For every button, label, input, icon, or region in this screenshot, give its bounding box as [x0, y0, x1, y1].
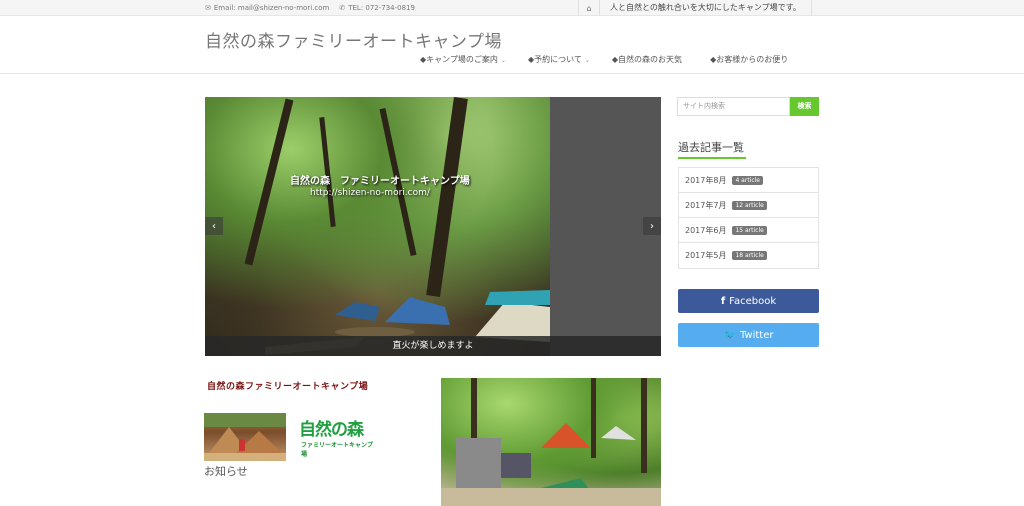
archive-item[interactable]: 2017年5月 18 article — [679, 243, 818, 268]
archive-month: 2017年8月 — [685, 175, 727, 185]
archive-month: 2017年5月 — [685, 251, 727, 260]
chevron-left-icon[interactable]: ‹ — [205, 217, 223, 235]
home-icon[interactable]: ⌂ — [578, 0, 600, 16]
phone-icon: ✆ — [339, 4, 346, 12]
nav-label: ◆自然の森のお天気 — [611, 55, 683, 64]
nav-item-letters[interactable]: ◆お客様からのお便り — [710, 54, 788, 65]
header-divider — [0, 73, 1024, 74]
archive-month: 2017年7月 — [685, 200, 727, 210]
logo-text: 自然の森 — [299, 420, 364, 440]
nav-item-camp-guide[interactable]: ◆キャンプ場のご案内 ⌄ — [420, 54, 506, 65]
chevron-right-icon[interactable]: › — [643, 217, 661, 235]
notice-link[interactable]: お知らせ — [204, 463, 248, 479]
tagline: 人と自然との触れ合いを大切にしたキャンプ場です。 — [600, 0, 812, 16]
tel-text: TEL: 072-734-0819 — [348, 4, 415, 12]
search-button[interactable]: 検索 — [790, 97, 819, 116]
thumbnail-logo[interactable]: 自然の森 ファミリーオートキャンプ場 — [295, 413, 377, 461]
nav-item-weather[interactable]: ◆自然の森のお天気 — [612, 54, 682, 65]
site-title[interactable]: 自然の森ファミリーオートキャンプ場 — [205, 27, 502, 52]
thumbnail-tent[interactable] — [204, 413, 286, 461]
twitter-label: Twitter — [739, 329, 774, 341]
tel-contact[interactable]: ✆ TEL: 072-734-0819 — [339, 4, 415, 12]
archive-title-underline — [678, 157, 746, 159]
chevron-down-icon: ⌄ — [500, 57, 506, 64]
search-input[interactable]: サイト内検索 — [677, 97, 790, 116]
envelope-icon: ✉ — [205, 4, 211, 12]
main-nav: ◆キャンプ場のご案内 ⌄ ◆予約について ⌄ ◆自然の森のお天気 ◆お客様からのお便… — [420, 54, 810, 65]
facebook-icon: f — [720, 295, 726, 307]
twitter-button[interactable]: 🐦 Twitter — [678, 323, 819, 347]
nav-label: ◆キャンプ場のご案内 — [420, 55, 498, 64]
top-bar: ✉ Email: mail@shizen-no-mori.com ✆ TEL: 07… — [0, 0, 1024, 16]
contact-info: ✉ Email: mail@shizen-no-mori.com ✆ TEL: 07… — [205, 4, 415, 12]
section-title: 自然の森ファミリーオートキャンプ場 — [207, 382, 369, 392]
twitter-icon: 🐦 — [723, 329, 736, 341]
logo-subtext: ファミリーオートキャンプ場 — [301, 442, 373, 458]
slide-photo — [205, 97, 550, 356]
nav-label: ◆お客様からのお便り — [710, 55, 789, 64]
nav-item-reservation[interactable]: ◆予約について ⌄ — [528, 54, 590, 65]
facebook-button[interactable]: f Facebook — [678, 289, 819, 313]
slide-caption: 直火が楽しめますよ — [205, 336, 661, 356]
nav-label: ◆予約について — [527, 55, 582, 64]
archive-item[interactable]: 2017年7月 12 article — [679, 193, 818, 218]
archive-item[interactable]: 2017年8月 4 article — [679, 168, 818, 193]
count-badge: 4 article — [732, 175, 763, 185]
slide-overlay-title: 自然の森 ファミリーオートキャンプ場 — [290, 176, 470, 187]
archive-month: 2017年6月 — [685, 225, 727, 235]
slide-overlay-url: http://shizen-no-mori.com/ — [310, 188, 430, 198]
count-badge: 18 article — [732, 251, 767, 260]
email-text: Email: mail@shizen-no-mori.com — [213, 4, 330, 12]
count-badge: 12 article — [732, 200, 767, 210]
archive-item[interactable]: 2017年6月 15 article — [679, 218, 818, 243]
chevron-down-icon: ⌄ — [584, 57, 590, 64]
count-badge: 15 article — [732, 225, 767, 235]
email-contact[interactable]: ✉ Email: mail@shizen-no-mori.com — [205, 4, 329, 12]
archive-title: 過去記事一覧 — [678, 141, 744, 154]
image-slider[interactable]: 自然の森 ファミリーオートキャンプ場 http://shizen-no-mori… — [205, 97, 661, 356]
campsite-photo[interactable] — [441, 378, 661, 506]
facebook-label: Facebook — [729, 295, 777, 307]
archive-list: 2017年8月 4 article 2017年7月 12 article 2017年… — [678, 167, 819, 269]
